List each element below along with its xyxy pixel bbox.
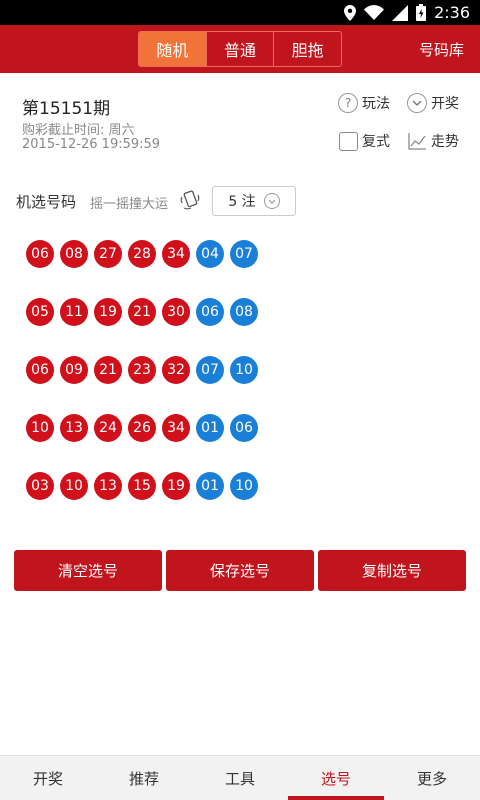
blue-ball: 06 xyxy=(230,414,258,442)
blue-ball: 07 xyxy=(196,356,224,384)
battery-icon xyxy=(416,4,427,21)
red-ball: 03 xyxy=(26,472,54,500)
tab-more[interactable]: 更多 xyxy=(384,756,480,800)
trend-chart-icon xyxy=(408,133,426,150)
red-ball: 34 xyxy=(162,240,190,268)
red-ball: 11 xyxy=(60,298,88,326)
number-library-link[interactable]: 号码库 xyxy=(419,39,464,60)
ticket-row[interactable]: 06 08 27 28 34 04 07 xyxy=(26,240,258,268)
compound-label: 复式 xyxy=(362,134,390,150)
trend-label: 走势 xyxy=(431,134,459,150)
red-ball: 09 xyxy=(60,356,88,384)
deadline-label: 购彩截止时间: 周六 xyxy=(22,123,135,138)
red-ball: 06 xyxy=(26,356,54,384)
rules-link[interactable]: ? 玩法 xyxy=(338,93,390,113)
shake-phone-icon[interactable] xyxy=(179,189,201,211)
location-icon xyxy=(344,4,357,21)
red-ball: 10 xyxy=(26,414,54,442)
ticket-row[interactable]: 03 10 13 15 19 01 10 xyxy=(26,472,258,500)
tab-draw-results[interactable]: 开奖 xyxy=(0,756,96,800)
tab-recommend[interactable]: 推荐 xyxy=(96,756,192,800)
tab-normal[interactable]: 普通 xyxy=(207,32,275,66)
tab-tools[interactable]: 工具 xyxy=(192,756,288,800)
tab-random[interactable]: 随机 xyxy=(139,32,207,66)
draw-link[interactable]: 开奖 xyxy=(407,93,459,113)
wifi-icon xyxy=(364,5,385,20)
shake-hint: 摇一摇撞大运 xyxy=(90,197,169,212)
clear-selection-button[interactable]: 清空选号 xyxy=(14,550,162,591)
save-selection-button[interactable]: 保存选号 xyxy=(166,550,314,591)
blue-ball: 04 xyxy=(196,240,224,268)
action-buttons: 清空选号 保存选号 复制选号 xyxy=(14,550,466,591)
blue-ball: 07 xyxy=(230,240,258,268)
blue-ball: 10 xyxy=(230,472,258,500)
trend-link[interactable]: 走势 xyxy=(408,131,459,151)
bet-count-select[interactable]: 5 注 xyxy=(212,186,296,216)
bet-count-value: 5 注 xyxy=(228,194,256,210)
red-ball: 28 xyxy=(128,240,156,268)
red-ball: 26 xyxy=(128,414,156,442)
ticket-list: 06 08 27 28 34 04 07 05 11 19 21 30 06 0… xyxy=(26,240,258,530)
compound-toggle[interactable]: 复式 xyxy=(339,131,390,151)
red-ball: 30 xyxy=(162,298,190,326)
red-ball: 21 xyxy=(94,356,122,384)
blue-ball: 10 xyxy=(230,356,258,384)
red-ball: 32 xyxy=(162,356,190,384)
red-ball: 19 xyxy=(162,472,190,500)
red-ball: 13 xyxy=(94,472,122,500)
red-ball: 19 xyxy=(94,298,122,326)
red-ball: 06 xyxy=(26,240,54,268)
ticket-row[interactable]: 06 09 21 23 32 07 10 xyxy=(26,356,258,384)
rules-label: 玩法 xyxy=(362,96,390,112)
compound-checkbox[interactable] xyxy=(339,131,358,151)
draw-label: 开奖 xyxy=(431,96,459,112)
red-ball: 21 xyxy=(128,298,156,326)
deadline-time: 2015-12-26 19:59:59 xyxy=(22,137,161,152)
status-time: 2:36 xyxy=(434,3,470,22)
status-bar: 2:36 xyxy=(0,0,480,25)
chevron-down-icon xyxy=(263,193,280,209)
issue-title: 第15151期 xyxy=(22,99,111,119)
red-ball: 27 xyxy=(94,240,122,268)
tab-pick-numbers[interactable]: 选号 xyxy=(288,756,384,800)
copy-selection-button[interactable]: 复制选号 xyxy=(318,550,466,591)
blue-ball: 01 xyxy=(196,414,224,442)
red-ball: 05 xyxy=(26,298,54,326)
signal-icon xyxy=(392,4,409,21)
ticket-row[interactable]: 10 13 24 26 34 01 06 xyxy=(26,414,258,442)
red-ball: 08 xyxy=(60,240,88,268)
tab-banker[interactable]: 胆拖 xyxy=(274,32,341,66)
random-pick-title: 机选号码 xyxy=(16,193,77,211)
chevron-down-icon xyxy=(407,93,427,113)
red-ball: 15 xyxy=(128,472,156,500)
question-icon: ? xyxy=(338,93,358,113)
red-ball: 13 xyxy=(60,414,88,442)
blue-ball: 08 xyxy=(230,298,258,326)
bottom-tab-bar: 开奖 推荐 工具 选号 更多 xyxy=(0,755,480,800)
red-ball: 10 xyxy=(60,472,88,500)
red-ball: 24 xyxy=(94,414,122,442)
app-bar: 随机 普通 胆拖 号码库 xyxy=(0,25,480,73)
blue-ball: 01 xyxy=(196,472,224,500)
red-ball: 34 xyxy=(162,414,190,442)
mode-segmented-control: 随机 普通 胆拖 xyxy=(138,31,342,67)
red-ball: 23 xyxy=(128,356,156,384)
ticket-row[interactable]: 05 11 19 21 30 06 08 xyxy=(26,298,258,326)
blue-ball: 06 xyxy=(196,298,224,326)
